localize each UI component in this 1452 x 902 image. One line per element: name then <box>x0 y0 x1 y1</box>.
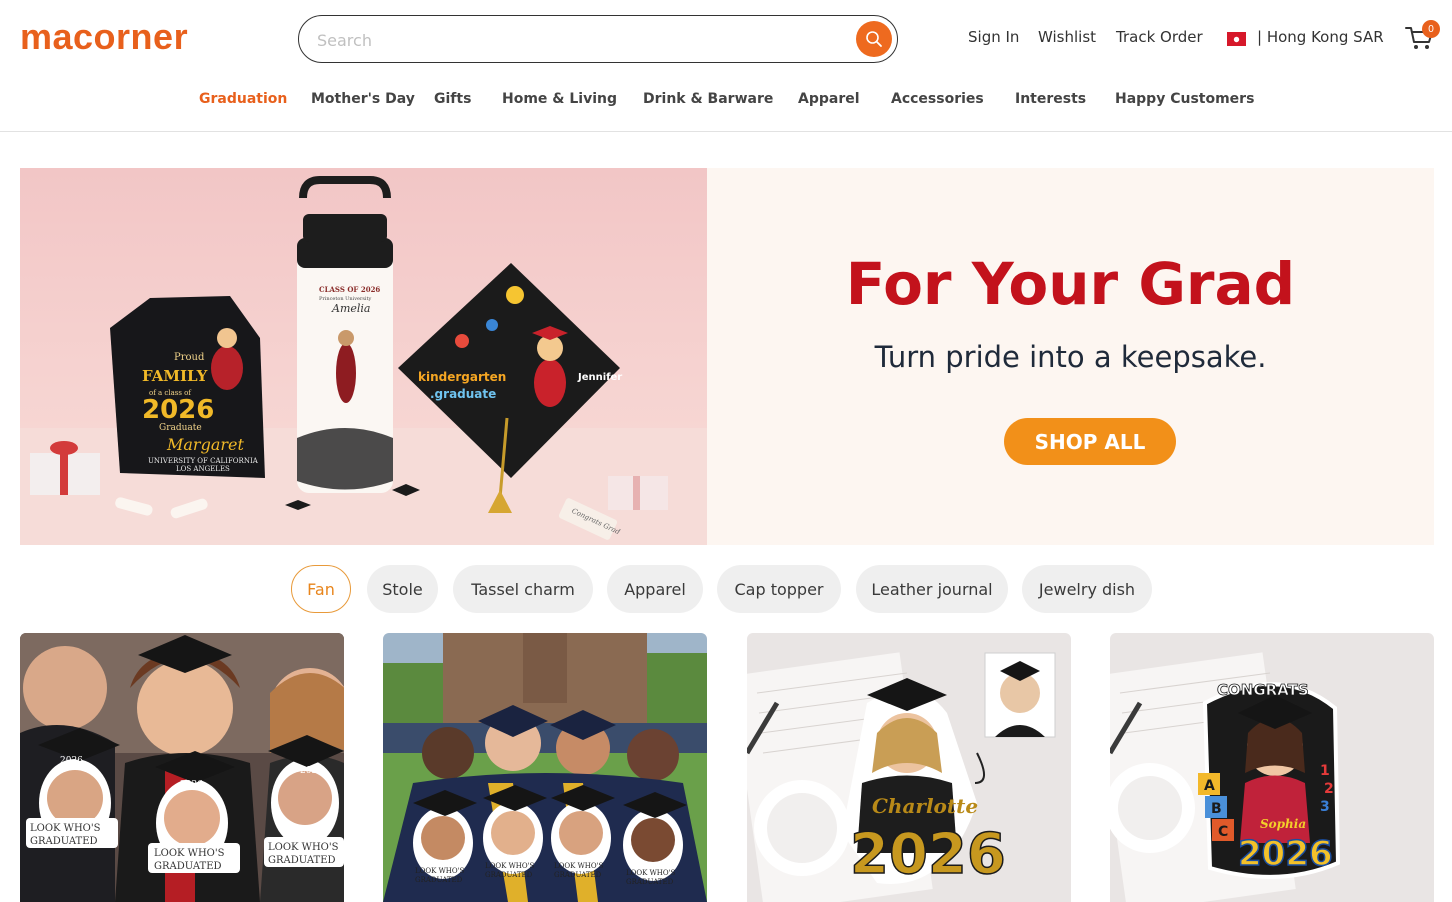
number-1: 1 <box>1320 763 1330 779</box>
hong-kong-flag-icon[interactable] <box>1227 32 1246 46</box>
search-bar <box>298 15 898 63</box>
fan-caption-b-c2-4: GRADUATED <box>626 878 674 886</box>
product-card-1[interactable]: 2026 LOOK WHO'S GRADUATED 2026 LOOK WHO'… <box>20 633 344 902</box>
track-order-link[interactable]: Track Order <box>1116 28 1203 46</box>
shirt-text-proud: Proud <box>174 352 205 363</box>
nav-happy-customers[interactable]: Happy Customers <box>1115 91 1254 107</box>
search-icon <box>866 31 882 47</box>
chip-cap-topper[interactable]: Cap topper <box>717 565 841 613</box>
product-card-4[interactable]: CONGRATS A B C 1 2 3 Sophia 2026 <box>1110 633 1434 902</box>
fan-caption-a-c2-1: LOOK WHO'S <box>415 867 465 875</box>
block-a: A <box>1204 778 1215 794</box>
hero-title: For Your Grad <box>845 250 1296 318</box>
wishlist-link[interactable]: Wishlist <box>1038 28 1096 46</box>
cutout-name: Sophia <box>1260 817 1306 831</box>
shirt-text-year: 2026 <box>142 395 214 425</box>
cap-text-graduate: .graduate <box>430 387 496 401</box>
shirt-text-family: FAMILY <box>142 367 208 385</box>
nav-home-living[interactable]: Home & Living <box>502 91 617 107</box>
fan-caption-a-c2-2: LOOK WHO'S <box>485 862 535 870</box>
hero-panel: For Your Grad Turn pride into a keepsake… <box>707 168 1434 545</box>
product-image-2: LOOK WHO'S GRADUATED LOOK WHO'S GRADUATE… <box>383 633 707 902</box>
cap-text-kindergarten: kindergarten <box>418 370 506 384</box>
logo[interactable]: macorner <box>20 16 188 58</box>
tumbler-text-name: Amelia <box>331 302 370 315</box>
shop-all-button[interactable]: SHOP ALL <box>1004 418 1176 465</box>
nav-interests[interactable]: Interests <box>1015 91 1086 107</box>
chip-fan[interactable]: Fan <box>291 565 351 613</box>
fan-caption-b-c2-1: GRADUATED <box>415 876 463 884</box>
product-image-4: CONGRATS A B C 1 2 3 Sophia 2026 <box>1110 633 1434 902</box>
cart-count-badge: 0 <box>1422 20 1440 38</box>
region-selector[interactable]: | Hong Kong SAR <box>1257 28 1384 46</box>
fan-caption-b-3: GRADUATED <box>268 855 336 866</box>
nav-gifts[interactable]: Gifts <box>434 91 471 107</box>
block-b: B <box>1211 801 1222 817</box>
fan-caption-a-c2-4: LOOK WHO'S <box>626 869 676 877</box>
fan-caption-b-c2-3: GRADUATED <box>554 871 602 879</box>
search-button[interactable] <box>856 21 892 57</box>
hero-subtitle: Turn pride into a keepsake. <box>874 340 1267 374</box>
search-input[interactable] <box>317 26 837 54</box>
product-card-2[interactable]: LOOK WHO'S GRADUATED LOOK WHO'S GRADUATE… <box>383 633 707 902</box>
fan-year: 2026 <box>850 822 1006 887</box>
fan-caption-b-1: GRADUATED <box>30 836 98 847</box>
chip-apparel[interactable]: Apparel <box>607 565 703 613</box>
shirt-text-university: UNIVERSITY OF CALIFORNIA <box>148 457 259 465</box>
nav-graduation[interactable]: Graduation <box>199 91 287 107</box>
chip-stole[interactable]: Stole <box>367 565 438 613</box>
shirt-text-city: LOS ANGELES <box>176 465 230 473</box>
fan-caption-a-c2-3: LOOK WHO'S <box>554 862 604 870</box>
fan-year-3: 2026 <box>300 766 323 776</box>
nav-apparel[interactable]: Apparel <box>798 91 860 107</box>
shirt-text-graduate: Graduate <box>159 423 202 433</box>
shirt-text-name: Margaret <box>166 435 244 454</box>
nav-mothers-day[interactable]: Mother's Day <box>311 91 415 107</box>
number-3: 3 <box>1320 799 1330 815</box>
hero-image[interactable]: Proud FAMILY of a class of 2026 Graduate… <box>20 168 707 545</box>
block-c: C <box>1218 824 1228 840</box>
fan-caption-a-1: LOOK WHO'S <box>30 823 101 834</box>
cap-text-name: Jennifer <box>577 372 622 383</box>
fan-caption-b-2: GRADUATED <box>154 861 222 872</box>
product-card-3[interactable]: Charlotte 2026 <box>747 633 1071 902</box>
fan-year-1: 2026 <box>60 756 83 766</box>
tumbler-text-class: CLASS OF 2026 <box>319 285 380 294</box>
cutout-year: 2026 <box>1238 834 1333 874</box>
product-image-1: 2026 LOOK WHO'S GRADUATED 2026 LOOK WHO'… <box>20 633 344 902</box>
nav-divider <box>0 131 1452 132</box>
fan-year-2: 2026 <box>180 780 203 790</box>
product-image-3: Charlotte 2026 <box>747 633 1071 902</box>
chip-tassel-charm[interactable]: Tassel charm <box>453 565 593 613</box>
fan-caption-b-c2-2: GRADUATED <box>485 871 533 879</box>
category-chips: Fan Stole Tassel charm Apparel Cap toppe… <box>0 565 1452 613</box>
fan-caption-a-2: LOOK WHO'S <box>154 848 225 859</box>
chip-leather-journal[interactable]: Leather journal <box>856 565 1008 613</box>
main-nav: Graduation Mother's Day Gifts Home & Liv… <box>0 91 1452 111</box>
fan-name: Charlotte <box>872 794 978 818</box>
chip-jewelry-dish[interactable]: Jewelry dish <box>1022 565 1152 613</box>
nav-drink-barware[interactable]: Drink & Barware <box>643 91 773 107</box>
cutout-top-text: CONGRATS <box>1217 681 1309 699</box>
sign-in-link[interactable]: Sign In <box>968 28 1019 46</box>
nav-accessories[interactable]: Accessories <box>891 91 984 107</box>
fan-caption-a-3: LOOK WHO'S <box>268 842 339 853</box>
number-2: 2 <box>1324 781 1334 797</box>
